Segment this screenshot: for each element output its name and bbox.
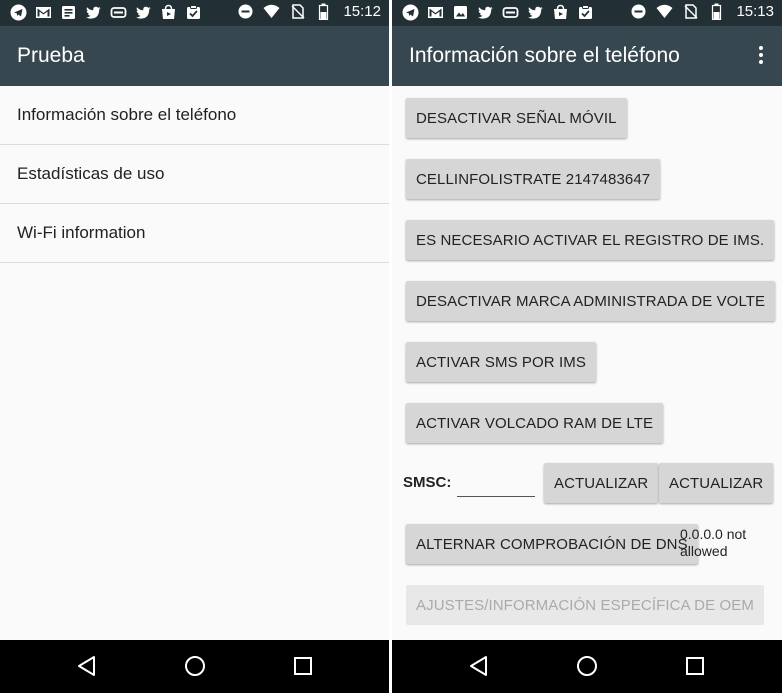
navigation-bar xyxy=(0,640,389,693)
store-icon xyxy=(160,4,177,21)
no-sim-icon xyxy=(682,3,699,20)
notification-icons xyxy=(402,4,594,21)
status-bar: 15:12 xyxy=(0,0,389,26)
tasks-icon xyxy=(185,4,202,21)
volte-provisioned-button[interactable]: DESACTIVAR MARCA ADMINISTRADA DE VOLTE xyxy=(406,281,776,321)
gmail-icon xyxy=(35,4,52,21)
app-bar: Información sobre el teléfono xyxy=(392,26,782,86)
no-sim-icon xyxy=(289,3,306,20)
news-icon xyxy=(60,4,77,21)
notification-icons xyxy=(10,4,202,21)
sms-over-ims-button[interactable]: ACTIVAR SMS POR IMS xyxy=(406,342,596,382)
page-title: Prueba xyxy=(17,44,85,67)
left-screen: 15:12 Prueba Información sobre el teléfo… xyxy=(0,0,389,693)
system-icons: 15:13 xyxy=(630,3,774,20)
disable-radio-button[interactable]: DESACTIVAR SEÑAL MÓVIL xyxy=(406,98,627,138)
smsc-label: SMSC: xyxy=(403,474,452,491)
twitter-icon xyxy=(85,4,102,21)
recents-icon[interactable] xyxy=(291,654,315,678)
twitter-icon xyxy=(135,4,152,21)
system-icons: 15:12 xyxy=(237,3,381,20)
back-icon[interactable] xyxy=(467,654,491,678)
page-title: Información sobre el teléfono xyxy=(409,44,680,67)
clock: 15:12 xyxy=(343,3,381,20)
ims-registration-button[interactable]: ES NECESARIO ACTIVAR EL REGISTRO DE IMS. xyxy=(406,220,775,260)
telegram-icon xyxy=(10,4,27,21)
right-screen: 15:13 Información sobre el teléfono DESA… xyxy=(392,0,782,693)
app-bar: Prueba xyxy=(0,26,389,86)
list-item-usage-stats[interactable]: Estadísticas de uso xyxy=(0,145,389,204)
do-not-disturb-icon xyxy=(630,3,647,20)
home-icon[interactable] xyxy=(575,654,599,678)
phone-info-content: DESACTIVAR SEÑAL MÓVIL CELLINFOLISTRATE … xyxy=(392,86,782,640)
home-icon[interactable] xyxy=(183,654,207,678)
status-bar: 15:13 xyxy=(392,0,782,26)
do-not-disturb-icon xyxy=(237,3,254,20)
wifi-icon xyxy=(263,3,280,20)
more-options-icon[interactable] xyxy=(758,46,764,66)
recents-icon[interactable] xyxy=(683,654,707,678)
battery-icon xyxy=(315,3,332,20)
dns-status-text: 0.0.0.0 not allowed xyxy=(680,526,747,559)
twitter-icon xyxy=(527,4,544,21)
smsc-input[interactable] xyxy=(457,469,535,497)
navigation-bar xyxy=(392,640,782,693)
cellinfo-rate-button[interactable]: CELLINFOLISTRATE 2147483647 xyxy=(406,159,661,199)
image-icon xyxy=(452,4,469,21)
smsc-update-button[interactable]: ACTUALIZAR xyxy=(544,463,659,503)
dns-check-toggle-button[interactable]: ALTERNAR COMPROBACIÓN DE DNS xyxy=(406,524,698,564)
menu-list: Información sobre el teléfono Estadístic… xyxy=(0,86,389,263)
wifi-icon xyxy=(656,3,673,20)
smsc-refresh-button[interactable]: ACTUALIZAR xyxy=(659,463,774,503)
lte-ram-dump-button[interactable]: ACTIVAR VOLCADO RAM DE LTE xyxy=(406,403,664,443)
rcs-icon xyxy=(110,4,127,21)
telegram-icon xyxy=(402,4,419,21)
oem-settings-button: AJUSTES/INFORMACIÓN ESPECÍFICA DE OEM xyxy=(406,585,764,625)
store-icon xyxy=(552,4,569,21)
clock: 15:13 xyxy=(736,3,774,20)
battery-icon xyxy=(708,3,725,20)
tasks-icon xyxy=(577,4,594,21)
list-item-wifi-info[interactable]: Wi-Fi information xyxy=(0,204,389,263)
back-icon[interactable] xyxy=(75,654,99,678)
twitter-icon xyxy=(477,4,494,21)
gmail-icon xyxy=(427,4,444,21)
rcs-icon xyxy=(502,4,519,21)
list-item-phone-info[interactable]: Información sobre el teléfono xyxy=(0,86,389,145)
